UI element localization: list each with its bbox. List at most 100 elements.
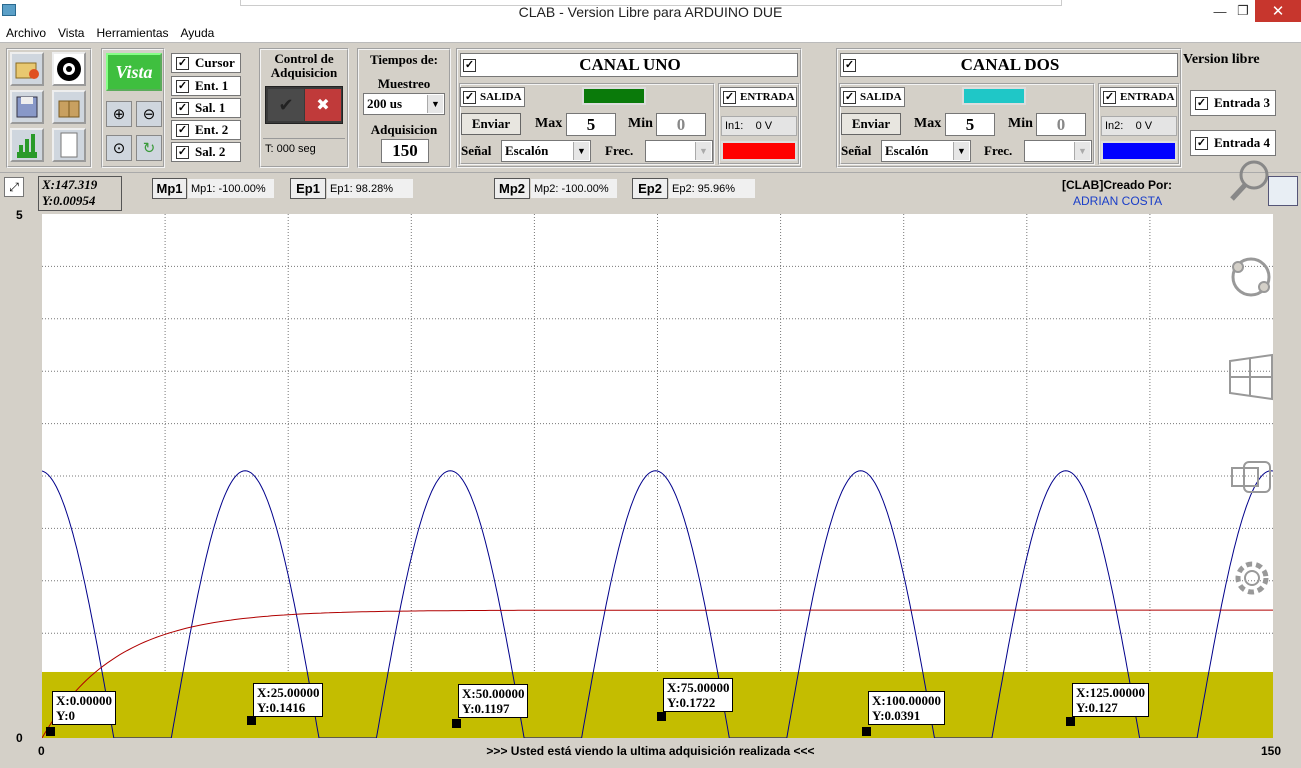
menu-vista[interactable]: Vista: [52, 24, 90, 40]
channel-two-input-toggle[interactable]: ✓ ENTRADA: [1100, 87, 1177, 107]
window-toggle-icon[interactable]: [1230, 458, 1274, 498]
check-entrada3[interactable]: ✓ Entrada 3: [1190, 90, 1276, 116]
signal-select[interactable]: Escalón ▼: [881, 140, 971, 162]
zoom-in-icon[interactable]: ⊕: [106, 101, 132, 127]
check-ent2[interactable]: ✓ Ent. 2: [171, 120, 241, 140]
menu-bar: Archivo Vista Herramientas Ayuda: [0, 24, 1301, 43]
min-input[interactable]: 0: [1036, 113, 1086, 136]
cursor-label[interactable]: X:25.00000 Y:0.1416: [253, 683, 324, 717]
input-color-swatch[interactable]: [721, 141, 797, 161]
checkbox[interactable]: ✓: [723, 90, 736, 104]
checkbox[interactable]: ✓: [843, 90, 856, 104]
check-cursor[interactable]: ✓ Cursor: [171, 53, 241, 73]
checkbox[interactable]: ✓: [176, 56, 189, 70]
acquisition-control-title: Control de Adquisicion: [270, 51, 338, 80]
channel-two-title: CANAL DOS: [960, 55, 1060, 74]
credit-label: [CLAB]Creado Por:: [1062, 178, 1172, 192]
output-color-swatch[interactable]: [962, 87, 1026, 105]
frequency-label: Frec.: [605, 143, 634, 158]
refresh-icon[interactable]: ↻: [136, 135, 162, 161]
author-name: ADRIAN COSTA: [1073, 194, 1163, 208]
checkbox[interactable]: ✓: [1195, 136, 1208, 150]
cursor-handle[interactable]: [247, 716, 256, 725]
footer-text: >>> Usted está viendo la ultima adquisic…: [486, 744, 815, 758]
input-color-swatch[interactable]: [1101, 141, 1177, 161]
sampling-value: 200 us: [367, 96, 403, 111]
max-input[interactable]: 5: [945, 113, 995, 136]
export-csv-button[interactable]: [10, 128, 44, 162]
signal-select[interactable]: Escalón ▼: [501, 140, 591, 162]
channel-one-input-toggle[interactable]: ✓ ENTRADA: [720, 87, 797, 107]
output-color-swatch[interactable]: [582, 87, 646, 105]
check-entrada4[interactable]: ✓ Entrada 4: [1190, 130, 1276, 156]
start-acquisition-icon[interactable]: ✔: [268, 89, 304, 121]
frequency-select[interactable]: ▼: [1024, 140, 1092, 162]
channel-two-output-toggle[interactable]: ✓ SALIDA: [840, 87, 905, 107]
disk-icon[interactable]: [1268, 176, 1298, 206]
checkbox[interactable]: ✓: [1103, 90, 1116, 104]
sampling-label: Muestreo: [377, 76, 431, 91]
cursor-label[interactable]: X:50.00000 Y:0.1197: [458, 684, 529, 718]
channel-one-output-toggle[interactable]: ✓ SALIDA: [460, 87, 525, 107]
cursor-label-x: X:100.00000: [872, 693, 941, 708]
package-button[interactable]: [52, 90, 86, 124]
gear-icon[interactable]: [1230, 556, 1274, 600]
check-sal2[interactable]: ✓ Sal. 2: [171, 142, 241, 162]
ep1-value: Ep1: 98.28%: [327, 179, 413, 198]
send-button[interactable]: Enviar: [461, 113, 521, 135]
checkbox[interactable]: ✓: [176, 145, 189, 159]
checkbox[interactable]: ✓: [1195, 96, 1208, 110]
channel-two-checkbox[interactable]: ✓: [843, 59, 856, 72]
ep1-button[interactable]: Ep1: [290, 178, 326, 199]
expand-icon[interactable]: ⤢: [4, 177, 24, 197]
frequency-select[interactable]: ▼: [645, 140, 713, 162]
menu-archivo[interactable]: Archivo: [0, 24, 52, 40]
checkbox[interactable]: ✓: [176, 123, 189, 137]
chevron-down-icon: ▼: [695, 142, 711, 160]
checkbox[interactable]: ✓: [176, 79, 189, 93]
min-input[interactable]: 0: [656, 113, 706, 136]
mp2-button[interactable]: Mp2: [494, 178, 530, 199]
cursor-handle[interactable]: [1066, 717, 1075, 726]
mp1-button[interactable]: Mp1: [152, 178, 187, 199]
search-icon[interactable]: [1228, 157, 1272, 203]
cursor-label[interactable]: X:75.00000 Y:0.1722: [663, 678, 734, 712]
zoom-fit-icon[interactable]: ⊙: [106, 135, 132, 161]
stop-acquisition-icon[interactable]: ✖: [305, 89, 341, 121]
check-sal1[interactable]: ✓ Sal. 1: [171, 98, 241, 118]
open-file-button[interactable]: [10, 52, 44, 86]
acquisition-duration-input[interactable]: 150: [381, 139, 429, 163]
check-ent1[interactable]: ✓ Ent. 1: [171, 76, 241, 96]
close-button[interactable]: ✕: [1255, 0, 1301, 22]
menu-ayuda[interactable]: Ayuda: [175, 24, 221, 40]
cursor-label[interactable]: X:100.00000 Y:0.0391: [868, 691, 945, 725]
checkbox[interactable]: ✓: [176, 101, 189, 115]
output-color-fill: [964, 89, 1024, 103]
ep2-button[interactable]: Ep2: [632, 178, 668, 199]
save-button[interactable]: [10, 90, 44, 124]
zoom-out-icon[interactable]: ⊖: [136, 101, 162, 127]
refresh-icon[interactable]: [1226, 253, 1276, 301]
channel-one-checkbox[interactable]: ✓: [463, 59, 476, 72]
cursor-handle[interactable]: [657, 712, 666, 721]
vista-button[interactable]: Vista: [106, 53, 162, 91]
max-input[interactable]: 5: [566, 113, 616, 136]
cursor-handle[interactable]: [452, 719, 461, 728]
cursor-label[interactable]: X:125.00000 Y:0.127: [1072, 683, 1149, 717]
cursor-label[interactable]: X:0.00000 Y:0: [52, 691, 116, 725]
plot-canvas[interactable]: [42, 214, 1273, 738]
input-color-fill: [723, 143, 795, 159]
new-file-button[interactable]: [52, 128, 86, 162]
menu-herramientas[interactable]: Herramientas: [90, 24, 174, 40]
cursor-handle[interactable]: [862, 727, 871, 736]
send-button[interactable]: Enviar: [841, 113, 901, 135]
windows-icon[interactable]: [1228, 353, 1274, 401]
sampling-select[interactable]: 200 us ▼: [363, 93, 445, 115]
cursor-handle[interactable]: [46, 727, 55, 736]
checkbox[interactable]: ✓: [463, 90, 476, 104]
footer-message: >>> Usted está viendo la ultima adquisic…: [0, 744, 1301, 758]
settings-button[interactable]: [52, 52, 86, 86]
ep2-value: Ep2: 95.96%: [669, 179, 755, 198]
cursor-label-x: X:50.00000: [462, 686, 525, 701]
chevron-down-icon: ▼: [953, 142, 969, 160]
